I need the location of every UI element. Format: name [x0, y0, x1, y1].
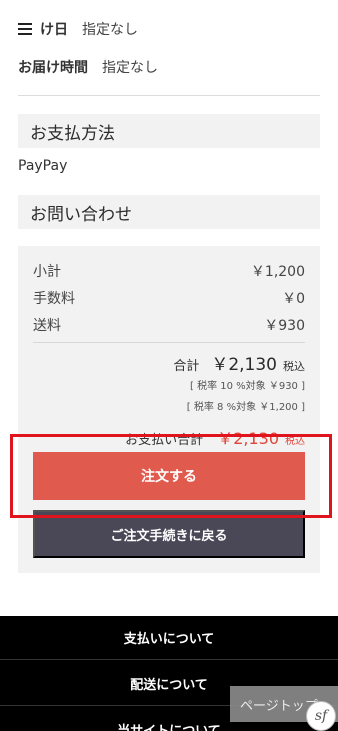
shipping-row: 送料 ￥930 [33, 315, 305, 335]
inquiry-heading: お問い合わせ [18, 195, 320, 229]
delivery-date-value: 指定なし [82, 22, 138, 38]
total-label: 合計 [173, 359, 200, 374]
highlight-box [10, 434, 332, 518]
subtotal-label: 小計 [33, 264, 61, 280]
payment-method-heading: お支払方法 [18, 114, 320, 148]
shipping-value: ￥930 [264, 318, 305, 334]
fee-row: 手数料 ￥0 [33, 288, 305, 308]
total-tax-label: 税込 [283, 360, 305, 373]
subtotal-row: 小計 ￥1,200 [33, 261, 305, 281]
delivery-time-label: お届け時間 [18, 60, 88, 76]
tax-note-8: [ 税率 8 %対象 ￥1,200 ] [186, 402, 305, 413]
order-summary: 小計 ￥1,200 手数料 ￥0 送料 ￥930 合計 ￥2,130 税込 [ … [18, 246, 320, 573]
total-row: 合計 ￥2,130 税込 [173, 350, 305, 375]
footer-link-payment[interactable]: 支払いについて [0, 616, 338, 660]
tax-note-10: [ 税率 10 %対象 ￥930 ] [189, 381, 305, 392]
delivery-time-value: 指定なし [102, 60, 158, 76]
delivery-time-row: お届け時間 指定なし [18, 56, 158, 78]
subtotal-value: ￥1,200 [250, 264, 305, 280]
fee-label: 手数料 [33, 291, 75, 307]
payment-method-value: PayPay [18, 158, 68, 174]
hamburger-menu-icon[interactable] [18, 23, 32, 35]
total-value: ￥2,130 [211, 355, 277, 375]
fee-value: ￥0 [282, 291, 305, 307]
sf-logo-icon: sf [306, 701, 336, 731]
delivery-date-row: け日 指定なし [18, 18, 138, 40]
divider [18, 95, 320, 96]
summary-divider [33, 342, 305, 343]
delivery-date-label: け日 [40, 22, 68, 38]
shipping-label: 送料 [33, 318, 61, 334]
